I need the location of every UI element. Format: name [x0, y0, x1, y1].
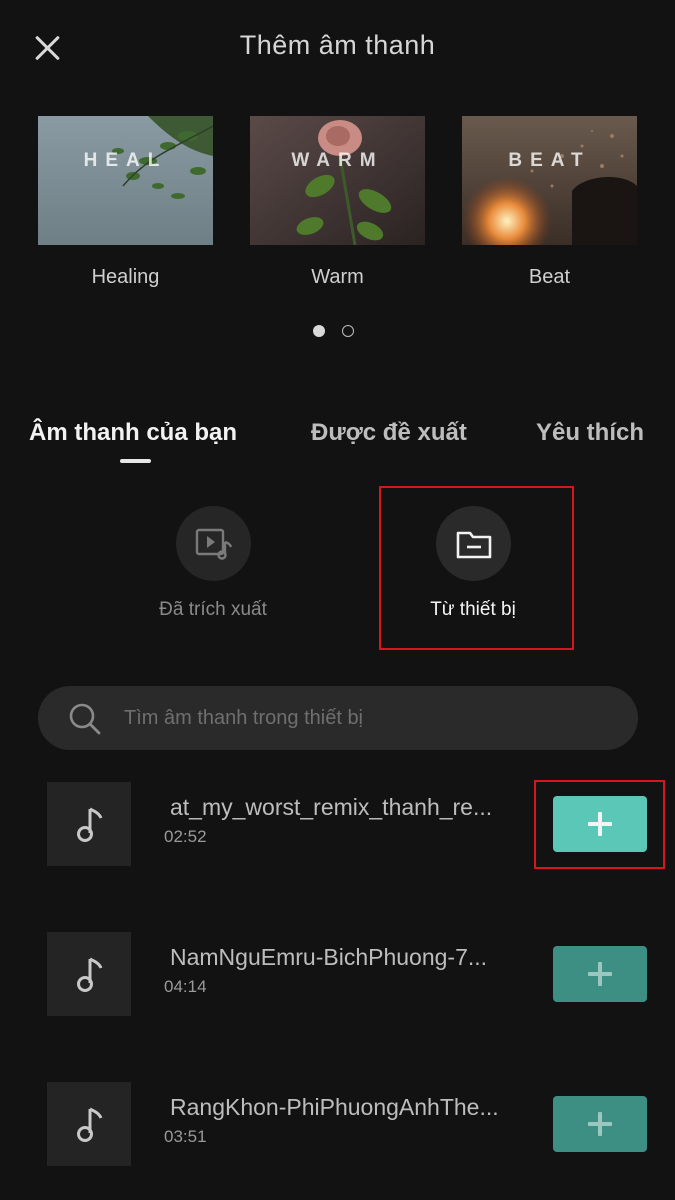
plus-icon — [588, 962, 612, 986]
track-row[interactable]: RangKhon-PhiPhuongAnhThe... 03:51 — [0, 1082, 675, 1172]
category-card-warm[interactable]: WARM — [250, 116, 425, 245]
music-note-icon — [77, 957, 103, 992]
healing-thumbnail — [38, 116, 213, 245]
tab-recommended[interactable]: Được đề xuất — [311, 419, 467, 447]
add-track-button[interactable] — [553, 946, 647, 1002]
track-title: RangKhon-PhiPhuongAnhThe... — [170, 1094, 499, 1120]
extracted-audio-label: Đã trích xuất — [159, 599, 267, 620]
track-duration: 04:14 — [164, 977, 207, 996]
highlight-add-button — [534, 780, 665, 869]
category-overlay-text: HEAL — [83, 150, 168, 171]
video-music-icon — [195, 528, 232, 560]
category-label-healing: Healing — [91, 266, 160, 288]
tab-favorites[interactable]: Yêu thích — [536, 419, 644, 447]
pager-dot-active[interactable] — [313, 325, 325, 337]
extracted-audio-circle — [176, 506, 251, 581]
track-thumbnail — [47, 1082, 131, 1166]
track-duration: 02:52 — [164, 827, 207, 846]
add-track-button[interactable] — [553, 1096, 647, 1152]
category-label-warm: Warm — [311, 266, 364, 288]
category-overlay-text: BEAT — [508, 150, 591, 171]
search-icon — [69, 703, 101, 735]
search-bar[interactable] — [38, 686, 638, 750]
page-title: Thêm âm thanh — [239, 30, 436, 60]
track-title: NamNguEmru-BichPhuong-7... — [170, 944, 488, 970]
track-row[interactable]: NamNguEmru-BichPhuong-7... 04:14 — [0, 932, 675, 1022]
active-tab-indicator — [120, 459, 151, 463]
category-overlay-text: WARM — [291, 150, 384, 171]
track-thumbnail — [47, 932, 131, 1016]
category-card-healing[interactable]: HEAL — [38, 116, 213, 245]
category-card-beat[interactable]: BEAT — [462, 116, 637, 245]
search-input[interactable] — [124, 700, 614, 736]
warm-thumbnail — [250, 116, 425, 245]
highlight-from-device — [379, 486, 574, 650]
plus-icon — [588, 1112, 612, 1136]
track-thumbnail — [47, 782, 131, 866]
music-note-icon — [77, 1107, 103, 1142]
category-label-beat: Beat — [528, 266, 571, 288]
beat-thumbnail — [462, 116, 637, 245]
track-duration: 03:51 — [164, 1127, 207, 1146]
tab-your-audio[interactable]: Âm thanh của bạn — [29, 419, 237, 447]
music-note-icon — [77, 807, 103, 842]
pager-dot-inactive[interactable] — [342, 325, 354, 337]
track-title: at_my_worst_remix_thanh_re... — [170, 794, 493, 820]
